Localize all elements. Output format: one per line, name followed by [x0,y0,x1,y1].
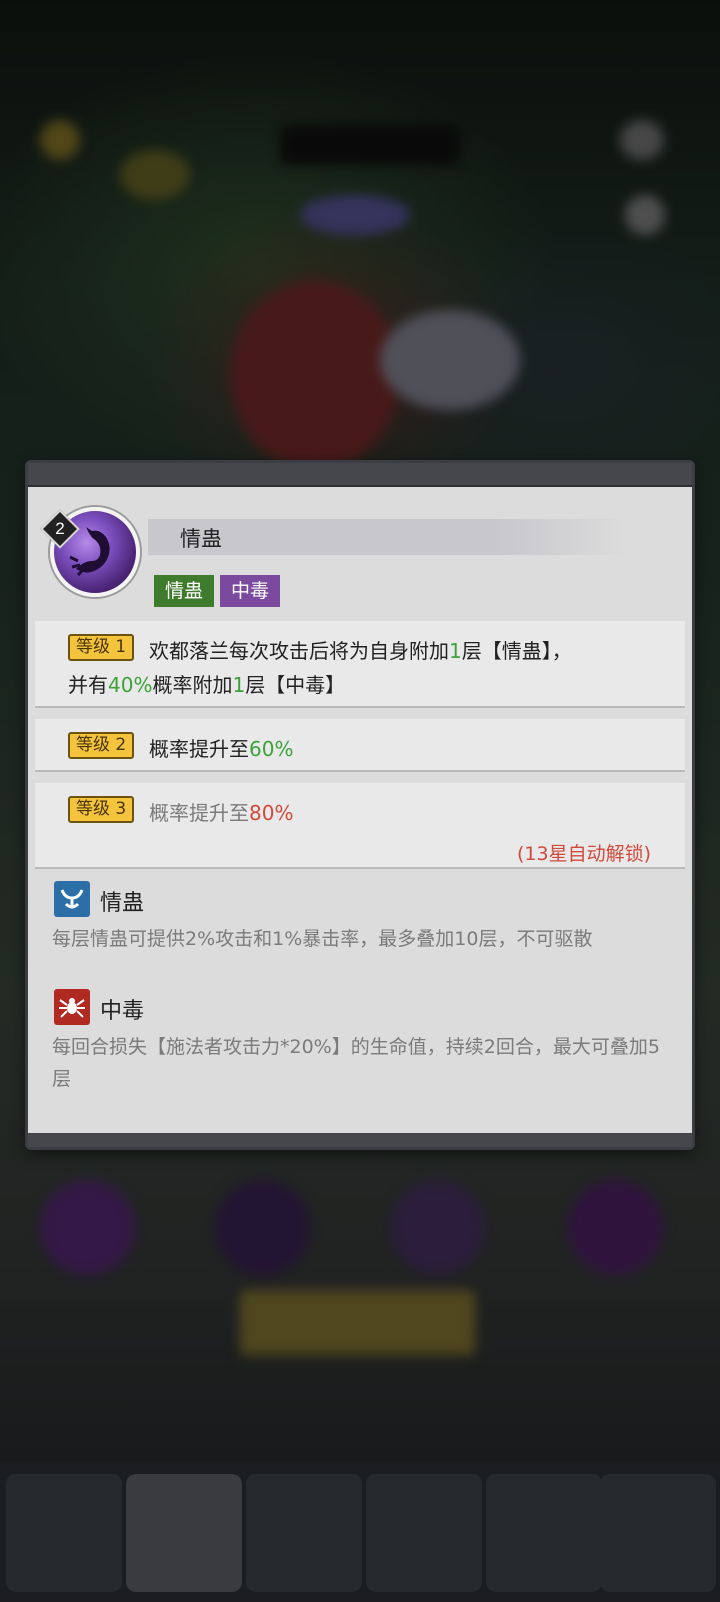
dialog-bottom-bar [28,1133,692,1147]
level-1-desc-line-2: 并有40%概率附加1层【中毒】 [68,673,346,697]
nav-tab-3[interactable] [246,1474,362,1592]
level-2-desc: 概率提升至60% [149,737,294,761]
skill-tags: 情蛊 中毒 [154,575,281,607]
level-3-badge: 等级 3 [68,796,135,823]
nav-tab-4[interactable] [366,1474,482,1592]
level-3-desc: 概率提升至80% [149,801,294,825]
nav-tab-1[interactable] [6,1474,122,1592]
nav-tab-5[interactable] [486,1474,602,1592]
effect-charm: 情蛊 每层情蛊可提供2%攻击和1%暴击率，最多叠加10层，不可驱散 [52,881,672,981]
effect-poison-desc: 每回合损失【施法者攻击力*20%】的生命值，持续2回合，最大可叠加5层 [52,1036,660,1090]
tag-poison: 中毒 [220,575,281,607]
level-1-badge: 等级 1 [68,634,135,661]
skill-header: 2 情蛊 情蛊 中毒 [28,487,692,617]
skill-detail-dialog: 2 情蛊 情蛊 中毒 等级 1 欢都落兰每次攻击后将为自身附加1层【情蛊】， 并… [25,460,695,1150]
level-2-row: 等级 2 概率提升至60% [35,719,685,772]
level-3-row: 等级 3 概率提升至80% (13星自动解锁) [35,783,685,869]
effect-charm-desc: 每层情蛊可提供2%攻击和1%暴击率，最多叠加10层，不可驱散 [52,928,593,950]
effect-poison: 中毒 每回合损失【施法者攻击力*20%】的生命值，持续2回合，最大可叠加5层 [52,989,672,1090]
nav-tab-2[interactable] [126,1474,242,1592]
level-1-desc-line-1: 欢都落兰每次攻击后将为自身附加1层【情蛊】， [149,639,572,663]
spider-poison-icon [54,989,90,1025]
nav-tab-6[interactable] [600,1474,716,1592]
bottom-navigation-bar [0,1462,720,1602]
tag-charm: 情蛊 [154,575,215,607]
effect-charm-title: 情蛊 [100,891,145,916]
dialog-top-bar [28,463,692,487]
level-1-row: 等级 1 欢都落兰每次攻击后将为自身附加1层【情蛊】， 并有40%概率附加1层【… [35,621,685,708]
level-2-badge: 等级 2 [68,732,135,759]
skill-level-number: 2 [55,519,65,538]
level-3-unlock-note: (13星自动解锁) [516,843,651,865]
effect-poison-title: 中毒 [100,999,145,1024]
charm-icon [54,881,90,917]
skill-name: 情蛊 [180,527,222,551]
